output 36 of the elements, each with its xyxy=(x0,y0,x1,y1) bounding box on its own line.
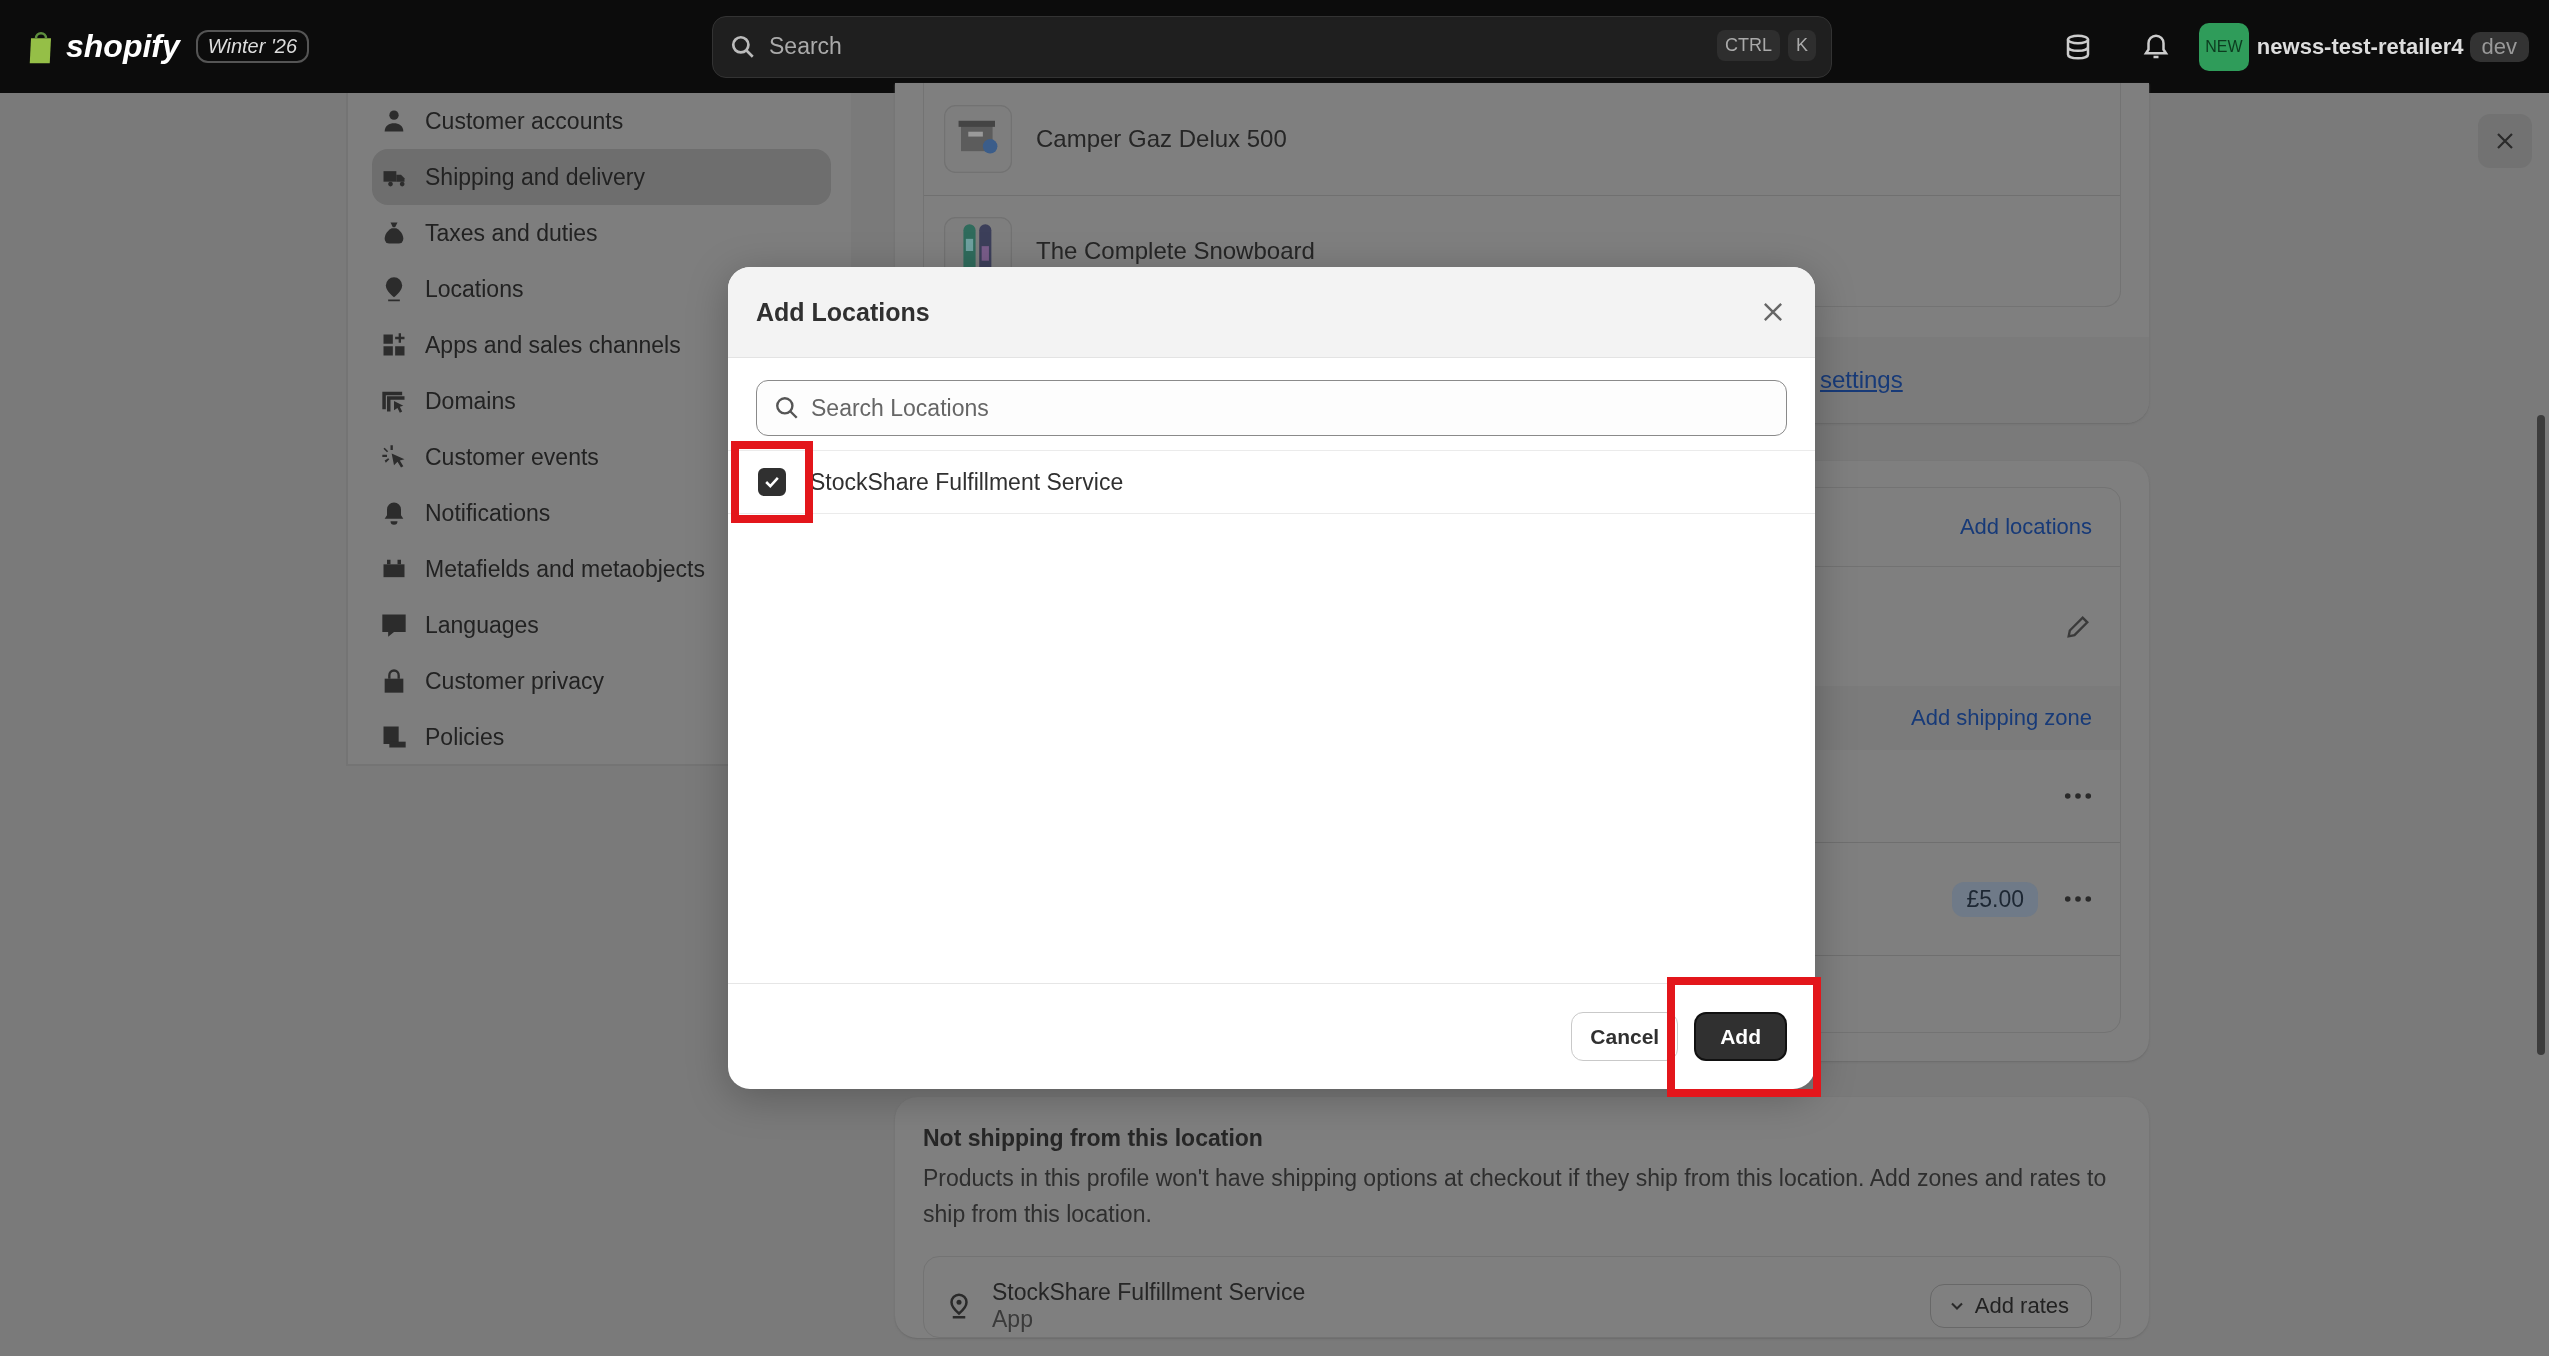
location-type: App xyxy=(992,1306,1034,1333)
checkbox[interactable] xyxy=(758,468,786,496)
logo-wordmark[interactable]: shopify xyxy=(66,28,180,65)
price-badge: £5.00 xyxy=(1952,881,2038,917)
add-button[interactable]: Add xyxy=(1694,1012,1787,1061)
store-name[interactable]: newss-test-retailer4 xyxy=(2256,33,2464,60)
settings-link[interactable]: settings xyxy=(1820,366,1903,394)
sidebar-item[interactable]: Policies xyxy=(372,709,831,765)
close-button[interactable] xyxy=(2478,114,2532,168)
add-locations-link[interactable]: Add locations xyxy=(1959,514,2092,540)
location-option[interactable]: StockShare Fulfillment Service xyxy=(810,468,1124,496)
store-avatar[interactable]: NEW xyxy=(2198,22,2249,71)
search-icon xyxy=(774,395,800,421)
product-name: The Complete Snowboard xyxy=(1036,237,1315,265)
sidebar-item[interactable]: Languages xyxy=(372,597,831,653)
search-icon xyxy=(730,33,756,60)
edition-badge: Winter '26 xyxy=(195,30,309,63)
sidebar-item[interactable]: Customer accounts xyxy=(372,93,831,149)
add-rates-button[interactable]: Add rates xyxy=(1929,1284,2092,1328)
sidebar-item[interactable]: Shipping and delivery xyxy=(372,149,831,205)
search-field[interactable]: Search Locations xyxy=(756,380,1787,436)
store-badge: dev xyxy=(2469,31,2529,62)
location-name: StockShare Fulfillment Service xyxy=(992,1279,1306,1306)
more-icon[interactable] xyxy=(2064,792,2092,800)
add-shipping-zone-link[interactable]: Add shipping zone xyxy=(1910,705,2092,731)
cancel-button[interactable]: Cancel xyxy=(1571,1012,1679,1061)
more-icon[interactable] xyxy=(2064,895,2092,903)
shortcut-key: CTRL xyxy=(1716,29,1780,61)
dialog-title: Add Locations xyxy=(756,297,930,327)
sidebar-item[interactable]: Customer privacy xyxy=(372,653,831,709)
sidebar-item[interactable]: Taxes and duties xyxy=(372,205,831,261)
product-name: Camper Gaz Delux 500 xyxy=(1036,125,1287,153)
scrollbar-thumb[interactable] xyxy=(2537,415,2545,1055)
sidebar-item[interactable]: Metafields and metaobjects xyxy=(372,541,831,597)
section-title: Not shipping from this location xyxy=(923,1125,1264,1152)
section-description: Products in this profile won't have shipping options at checkout if they ship from this location. Add zones and rates to ship from this location. xyxy=(923,1164,2108,1229)
